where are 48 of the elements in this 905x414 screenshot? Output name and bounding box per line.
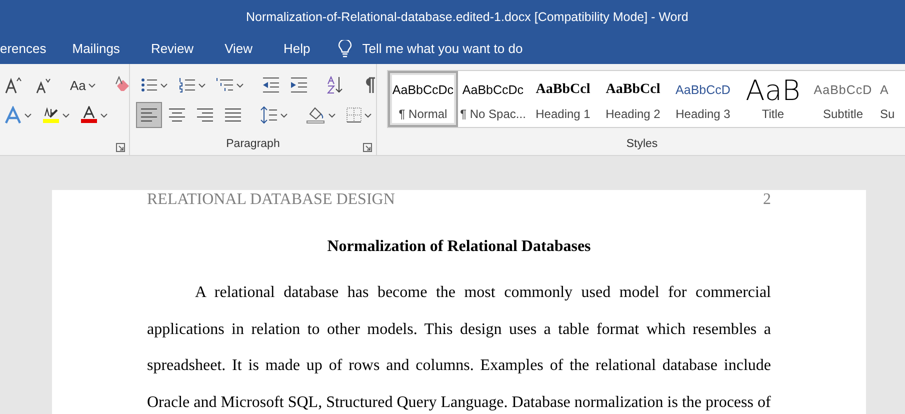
align-left-icon	[140, 107, 158, 123]
bulleted-list-icon	[140, 77, 158, 93]
line-spacing-icon	[260, 106, 278, 124]
tell-me-search[interactable]: Tell me what you want to do	[362, 41, 523, 56]
shrink-font-icon	[34, 76, 52, 94]
sort-icon	[326, 76, 344, 94]
decrease-indent-icon	[262, 77, 280, 93]
borders-icon	[346, 107, 362, 123]
body-paragraph: A relational database has become the most commonly used model for commercial applications in relation to other models. This design uses a table format which resembles a spreadsheet. It is made up of rows and columns. Examples of the relational database include Oracle and Microsoft SQL, Structured Query Language. Database normalization is the process of	[147, 283, 771, 412]
ribbon-tab[interactable]: Review	[150, 41, 194, 56]
caret-icon	[88, 82, 96, 88]
outlined-letter-icon	[4, 106, 22, 124]
caret-icon	[24, 112, 32, 118]
group-label: Paragraph	[226, 137, 280, 152]
font-color-icon	[80, 106, 98, 124]
multilevel-list-icon	[216, 77, 234, 93]
ribbon-tab[interactable]: Help	[284, 41, 310, 56]
align-left-button[interactable]	[136, 102, 162, 128]
align-right-icon	[196, 107, 214, 123]
caret-icon	[364, 112, 372, 118]
page-number: 2	[763, 190, 771, 210]
caret-icon	[280, 112, 288, 118]
ribbon-tab[interactable]: View	[224, 41, 253, 56]
paint-bucket-icon	[306, 106, 326, 124]
document-heading: Normalization of Relational Databases	[326, 237, 592, 257]
style-option[interactable]: AaBbCcDc ¶ Normal	[388, 71, 458, 127]
numbered-list-icon	[178, 77, 196, 93]
dialog-launcher-icon[interactable]	[116, 143, 125, 152]
ribbon-tab[interactable]: Mailings	[72, 41, 120, 56]
increase-indent-icon	[290, 77, 308, 93]
running-header: RELATIONAL DATABASE DESIGN	[147, 190, 395, 210]
caret-icon	[160, 82, 168, 88]
caret-icon	[328, 112, 336, 118]
caret-icon	[62, 112, 70, 118]
caret-icon	[198, 82, 206, 88]
caret-icon	[100, 112, 108, 118]
window-title: Normalization-of-Relational-database.edited-1.docx [Compatibility Mode] - Word	[246, 10, 688, 24]
eraser-icon	[114, 76, 132, 94]
change-case-button[interactable]: Aa	[66, 72, 100, 98]
dialog-launcher-icon[interactable]	[363, 143, 372, 152]
center-icon	[168, 107, 186, 123]
highlighter-icon	[42, 106, 60, 124]
caret-icon	[236, 82, 244, 88]
grow-font-icon	[4, 76, 24, 94]
lightbulb-icon	[338, 40, 352, 58]
justify-icon	[224, 107, 242, 123]
ribbon-tab[interactable]: erences	[0, 41, 46, 56]
group-label: Styles	[626, 137, 658, 152]
